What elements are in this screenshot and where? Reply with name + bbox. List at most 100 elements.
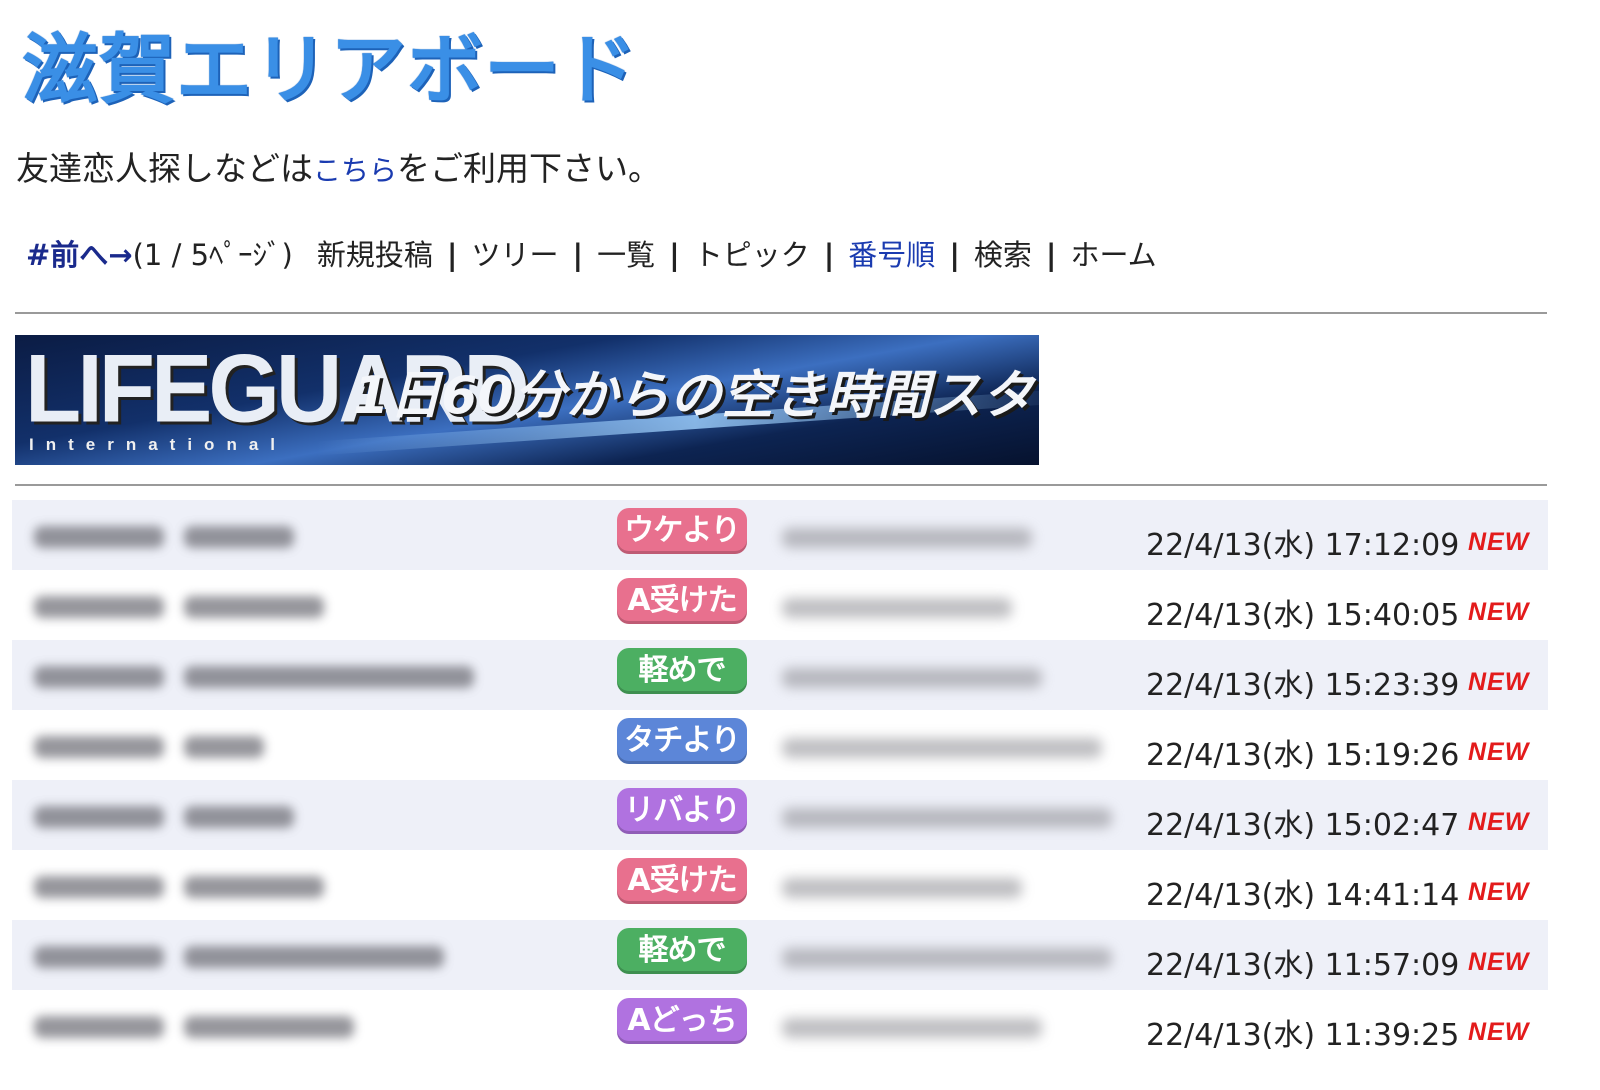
post-date-cell: 22/4/13(水) 11:39:25 NEW — [1128, 990, 1548, 1060]
post-date: 22/4/13(水) 11:39:25 — [1146, 1018, 1460, 1053]
post-row[interactable]: A受けたい 22/4/13(水) 14:41:14 NEW — [12, 850, 1548, 944]
nav-new-post[interactable]: 新規投稿 — [317, 232, 433, 274]
post-tag-badge: 軽めで — [617, 648, 747, 694]
post-title-blurred[interactable] — [34, 728, 574, 762]
post-author-blurred — [782, 800, 1122, 830]
post-row[interactable]: 軽めで 22/4/13(水) 11:57:09 NEW — [12, 920, 1548, 990]
post-subject-blurred — [184, 1016, 354, 1038]
post-list: ウケより 22/4/13(水) 17:12:09 NEW A受けたい 22/4/13(水… — [12, 500, 1548, 1084]
post-subject-blurred — [184, 946, 444, 968]
post-date-cell: 22/4/13(水) 17:12:09 NEW — [1128, 500, 1548, 570]
intro-text: 友達恋人探しなどはこちらをご利用下さい。 — [16, 142, 661, 190]
nav-separator: | — [446, 238, 458, 272]
post-number-blurred — [34, 526, 164, 548]
post-date: 22/4/13(水) 14:41:14 — [1146, 878, 1460, 913]
nav-home[interactable]: ホーム — [1071, 232, 1157, 274]
banner-copy: 1日60分からの空き時間スタッフ募集 — [353, 366, 1039, 426]
post-tag-badge: 軽めで — [617, 928, 747, 974]
author-text-blurred — [782, 878, 1022, 898]
divider — [15, 484, 1547, 486]
post-author-blurred — [782, 590, 1122, 620]
post-tag-badge: Aどっちも — [617, 998, 747, 1084]
post-title-blurred[interactable] — [34, 938, 574, 972]
new-badge: NEW — [1468, 808, 1530, 836]
post-title-blurred[interactable] — [34, 518, 574, 552]
post-number-blurred — [34, 806, 164, 828]
post-row[interactable]: Aどっちも 22/4/13(水) 11:39:25 NEW — [12, 990, 1548, 1084]
author-text-blurred — [782, 738, 1102, 758]
new-badge: NEW — [1468, 1018, 1530, 1046]
post-date-cell: 22/4/13(水) 15:19:26 NEW — [1128, 710, 1548, 780]
post-title-blurred[interactable] — [34, 868, 574, 902]
post-date: 22/4/13(水) 15:02:47 — [1146, 808, 1460, 843]
post-tag-badge: リバより — [617, 788, 747, 834]
nav-separator: | — [669, 238, 680, 272]
nav-separator: | — [949, 238, 960, 272]
author-text-blurred — [782, 598, 1012, 618]
author-text-blurred — [782, 668, 1042, 688]
post-subject-blurred — [184, 736, 264, 758]
friend-search-link[interactable]: こちら — [313, 154, 397, 187]
post-subject-blurred — [184, 876, 324, 898]
post-number-blurred — [34, 666, 164, 688]
nav-number-order[interactable]: 番号順 — [848, 232, 935, 274]
post-author-blurred — [782, 870, 1122, 900]
intro-prefix: 友達恋人探しなどは — [16, 149, 313, 188]
post-author-blurred — [782, 520, 1122, 550]
post-date-cell: 22/4/13(水) 15:02:47 NEW — [1128, 780, 1548, 850]
post-title-blurred[interactable] — [34, 658, 574, 692]
nav-separator: | — [823, 238, 835, 272]
post-subject-blurred — [184, 596, 324, 618]
post-author-blurred — [782, 1010, 1122, 1040]
new-badge: NEW — [1468, 878, 1530, 906]
page-title: 滋賀エリアボード — [22, 25, 638, 114]
nav-separator: | — [1045, 238, 1057, 272]
post-row[interactable]: A受けたい 22/4/13(水) 15:40:05 NEW — [12, 570, 1548, 664]
post-title-blurred[interactable] — [34, 1008, 574, 1042]
post-date-cell: 22/4/13(水) 14:41:14 NEW — [1128, 850, 1548, 920]
new-badge: NEW — [1468, 668, 1530, 696]
post-subject-blurred — [184, 806, 294, 828]
post-number-blurred — [34, 1016, 164, 1038]
post-date-cell: 22/4/13(水) 15:40:05 NEW — [1128, 570, 1548, 640]
author-text-blurred — [782, 1018, 1042, 1038]
post-row[interactable]: タチより 22/4/13(水) 15:19:26 NEW — [12, 710, 1548, 780]
post-subject-blurred — [184, 526, 294, 548]
nav-separator: | — [572, 238, 584, 272]
post-tag-badge: タチより — [617, 718, 747, 764]
post-title-blurred[interactable] — [34, 798, 574, 832]
post-number-blurred — [34, 946, 164, 968]
nav-list[interactable]: 一覧 — [597, 232, 655, 274]
post-row[interactable]: リバより 22/4/13(水) 15:02:47 NEW — [12, 780, 1548, 850]
page-indicator: (1 / 5ﾍﾟｰｼﾞ) — [132, 238, 293, 272]
post-date: 22/4/13(水) 15:23:39 — [1146, 668, 1460, 703]
new-badge: NEW — [1468, 738, 1530, 766]
post-title-blurred[interactable] — [34, 588, 574, 622]
author-text-blurred — [782, 808, 1112, 828]
new-badge: NEW — [1468, 528, 1530, 556]
post-row[interactable]: 軽めで 22/4/13(水) 15:23:39 NEW — [12, 640, 1548, 710]
post-row[interactable]: ウケより 22/4/13(水) 17:12:09 NEW — [12, 500, 1548, 570]
ad-banner[interactable]: LIFEGUARD International 1日60分からの空き時間スタッフ… — [15, 335, 1039, 465]
prev-page-link[interactable]: #前へ→ — [26, 232, 133, 274]
board-nav: #前へ→ (1 / 5ﾍﾟｰｼﾞ) 新規投稿 | ツリー | 一覧 | トピック… — [26, 232, 1157, 274]
new-badge: NEW — [1468, 598, 1530, 626]
post-date: 22/4/13(水) 17:12:09 — [1146, 528, 1460, 563]
post-date: 22/4/13(水) 11:57:09 — [1146, 948, 1460, 983]
nav-tree[interactable]: ツリー — [471, 232, 558, 274]
post-tag-badge: A受けたい — [617, 578, 747, 664]
post-author-blurred — [782, 730, 1122, 760]
post-number-blurred — [34, 736, 164, 758]
post-author-blurred — [782, 660, 1122, 690]
post-subject-blurred — [184, 666, 474, 688]
author-text-blurred — [782, 948, 1112, 968]
post-date: 22/4/13(水) 15:40:05 — [1146, 598, 1460, 633]
post-date: 22/4/13(水) 15:19:26 — [1146, 738, 1460, 773]
post-date-cell: 22/4/13(水) 15:23:39 NEW — [1128, 640, 1548, 710]
intro-suffix: をご利用下さい。 — [397, 149, 662, 188]
nav-search[interactable]: 検索 — [974, 232, 1032, 274]
post-tag-badge: ウケより — [617, 508, 747, 554]
post-tag-badge: A受けたい — [617, 858, 747, 944]
nav-topic[interactable]: トピック — [694, 232, 810, 274]
post-number-blurred — [34, 876, 164, 898]
